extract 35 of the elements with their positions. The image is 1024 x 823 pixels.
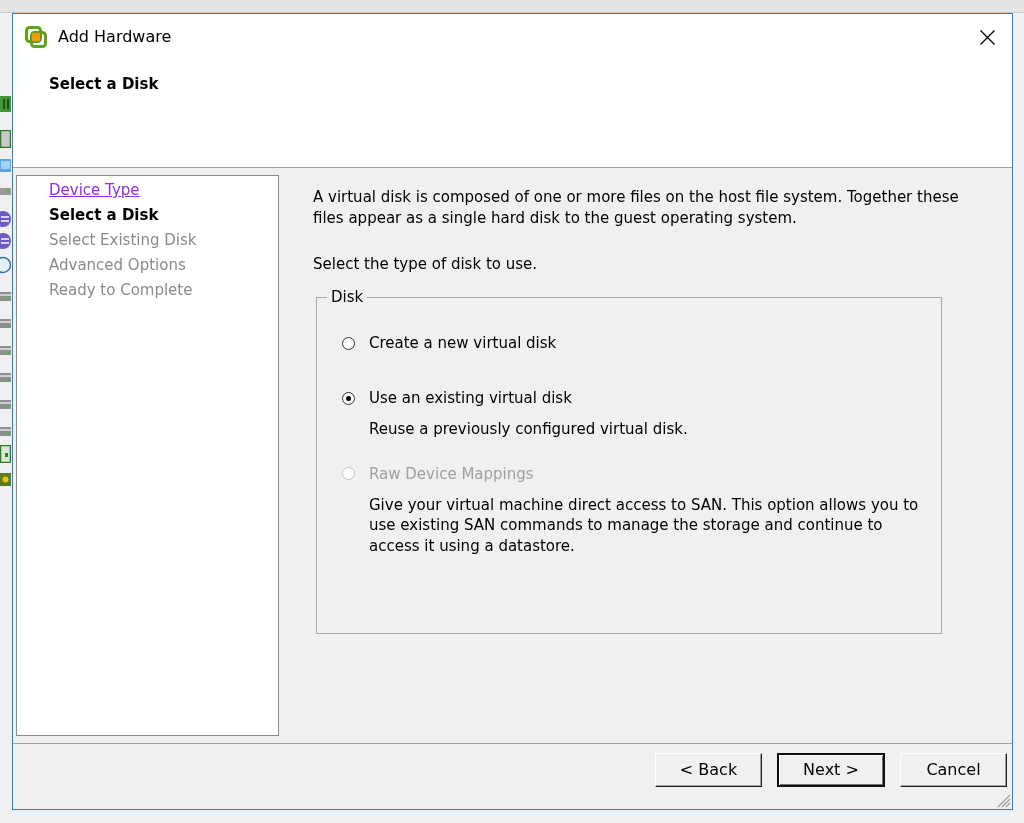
drive-icon [0, 399, 11, 410]
network-icon [0, 231, 11, 251]
app-logo-icon [25, 26, 47, 48]
option-label[interactable]: Use an existing virtual disk [369, 388, 572, 408]
drive-icon [0, 291, 11, 302]
resize-grip-icon[interactable] [996, 793, 1011, 808]
current-step: Select a Disk [49, 206, 159, 224]
page-heading: Select a Disk [49, 75, 159, 93]
cancel-button[interactable]: Cancel [900, 753, 1007, 787]
next-button[interactable]: Next > [777, 753, 885, 787]
step-item: Select Existing Disk [49, 231, 197, 249]
option-label[interactable]: Create a new virtual disk [369, 333, 557, 353]
window-title: Add Hardware [58, 26, 172, 48]
prompt-text: Select the type of disk to use. [313, 254, 539, 275]
board-icon [0, 445, 11, 463]
group-title: Disk [330, 287, 365, 307]
step-link[interactable]: Device Type [49, 181, 140, 199]
drive-icon [0, 318, 11, 329]
intro-text: A virtual disk is composed of one or more files on the host file system. Together these files appear as a single hard disk to the guest operating system. [313, 187, 960, 229]
monitor-icon [0, 159, 11, 172]
memory-icon [0, 96, 11, 112]
back-button[interactable]: < Back [655, 753, 762, 787]
radio-button[interactable] [342, 336, 355, 350]
step-item: Advanced Options [49, 256, 186, 274]
network-icon [0, 209, 11, 229]
close-icon[interactable] [980, 29, 995, 45]
step-item: Ready to Complete [49, 281, 193, 299]
drive-icon [0, 345, 11, 356]
drive-icon [0, 426, 11, 437]
chip-icon [0, 473, 11, 486]
option-description: Give your virtual machine direct access to SAN. This option allows you to use existing SAN commands to manage the storage and continue to access it using a datastore. [369, 494, 920, 556]
radio-button[interactable] [342, 391, 355, 405]
option-description: Reuse a previously configured virtual disk. [369, 419, 689, 440]
drive-icon [0, 187, 11, 196]
drive-icon [0, 372, 11, 383]
